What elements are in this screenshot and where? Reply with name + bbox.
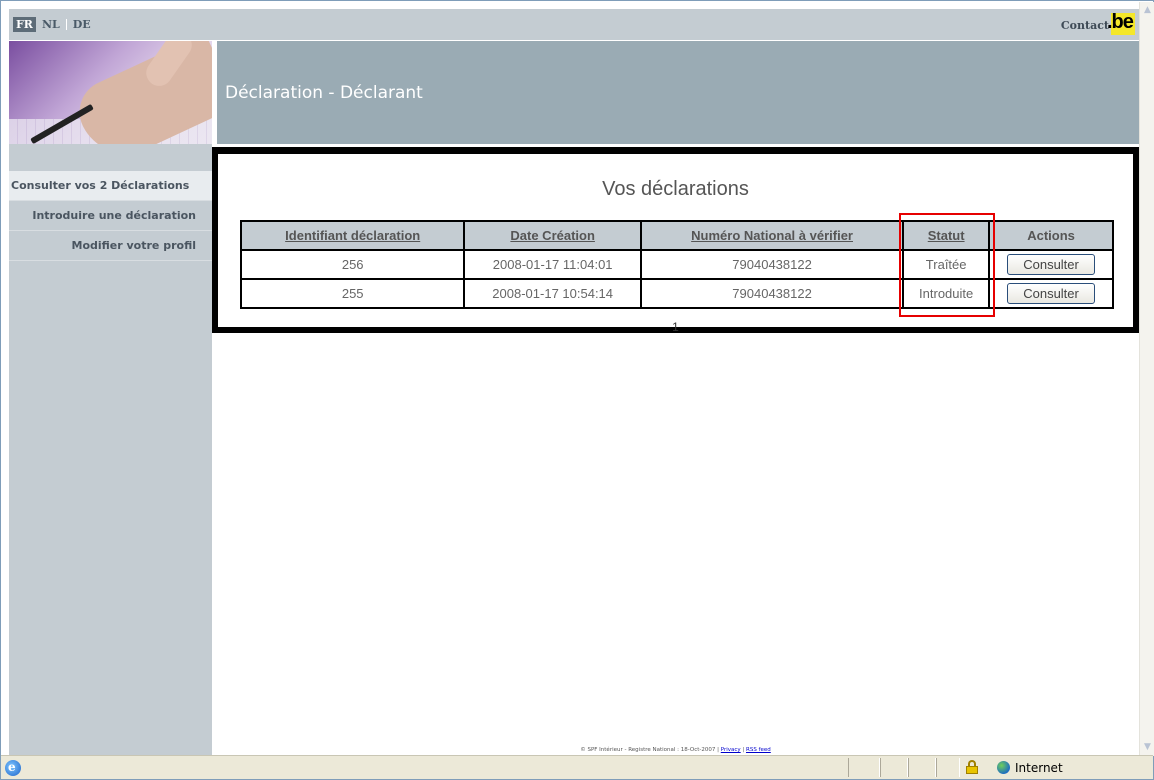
vertical-scrollbar[interactable]: ▲ ▼ — [1139, 2, 1154, 756]
page-banner: Déclaration - Déclarant — [217, 41, 1139, 144]
cell-date: 2008-01-17 10:54:14 — [463, 278, 642, 309]
scroll-up-icon[interactable]: ▲ — [1141, 3, 1154, 17]
footer-text: © SPF Intérieur - Registre National : 18… — [580, 747, 719, 753]
sidebar-item-introduire[interactable]: Introduire une déclaration — [9, 201, 212, 231]
footer-separator: | — [742, 747, 745, 753]
cell-national-number: 79040438122 — [639, 249, 905, 280]
cell-actions: Consulter — [988, 278, 1114, 309]
rss-feed-link[interactable]: RSS feed — [746, 747, 771, 753]
status-segment — [848, 758, 880, 777]
sidebar-item-consulter[interactable]: Consulter vos 2 Déclarations — [9, 171, 212, 201]
status-segment — [880, 758, 908, 777]
scroll-down-icon[interactable]: ▼ — [1141, 740, 1154, 754]
status-segment — [936, 758, 960, 777]
cell-id: 256 — [239, 249, 466, 280]
cell-actions: Consulter — [988, 249, 1114, 280]
be-logo-text: .be — [1107, 11, 1134, 33]
lock-icon[interactable] — [966, 760, 978, 774]
footer: © SPF Intérieur - Registre National : 18… — [212, 747, 1139, 753]
column-header-identifiant[interactable]: Identifiant déclaration — [239, 220, 466, 251]
ie-page-icon: e — [5, 760, 21, 776]
be-logo[interactable]: .be — [1107, 11, 1135, 35]
sidebar-header-bar — [9, 144, 212, 171]
column-header-actions: Actions — [988, 220, 1114, 251]
column-header-numero-national[interactable]: Numéro National à vérifier — [639, 220, 905, 251]
privacy-link[interactable]: Privacy — [721, 747, 741, 753]
security-zone: Internet — [1015, 761, 1063, 775]
consulter-button[interactable]: Consulter — [1007, 254, 1096, 275]
column-header-date[interactable]: Date Création — [463, 220, 642, 251]
status-bar: e Internet — [1, 755, 1153, 779]
section-title: Vos déclarations — [602, 178, 749, 200]
lang-fr[interactable]: FR — [13, 17, 36, 32]
sidebar-item-modifier-profil[interactable]: Modifier votre profil — [9, 231, 212, 261]
lang-nl[interactable]: NL — [36, 17, 66, 32]
status-segment — [908, 758, 936, 777]
declarations-panel: Vos déclarations Identifiant déclaration… — [212, 147, 1139, 334]
status-highlight-box — [899, 213, 995, 317]
browser-window: FR NL DE Contact .be Déclaration - Décla… — [0, 0, 1154, 780]
header-photo — [9, 41, 212, 144]
cell-date: 2008-01-17 11:04:01 — [463, 249, 642, 280]
page-title: Déclaration - Déclarant — [225, 83, 423, 103]
top-bar: FR NL DE Contact .be — [9, 9, 1139, 40]
sidebar: Consulter vos 2 Déclarations Introduire … — [9, 171, 212, 756]
language-switcher: FR NL DE — [13, 17, 97, 32]
lang-de[interactable]: DE — [67, 17, 97, 32]
page-number[interactable]: 1 — [672, 320, 679, 334]
pagination: 1 — [218, 320, 1133, 334]
cell-national-number: 79040438122 — [639, 278, 905, 309]
consulter-button[interactable]: Consulter — [1007, 283, 1096, 304]
globe-icon — [997, 761, 1010, 774]
cell-id: 255 — [239, 278, 466, 309]
contact-link[interactable]: Contact — [1061, 19, 1109, 32]
